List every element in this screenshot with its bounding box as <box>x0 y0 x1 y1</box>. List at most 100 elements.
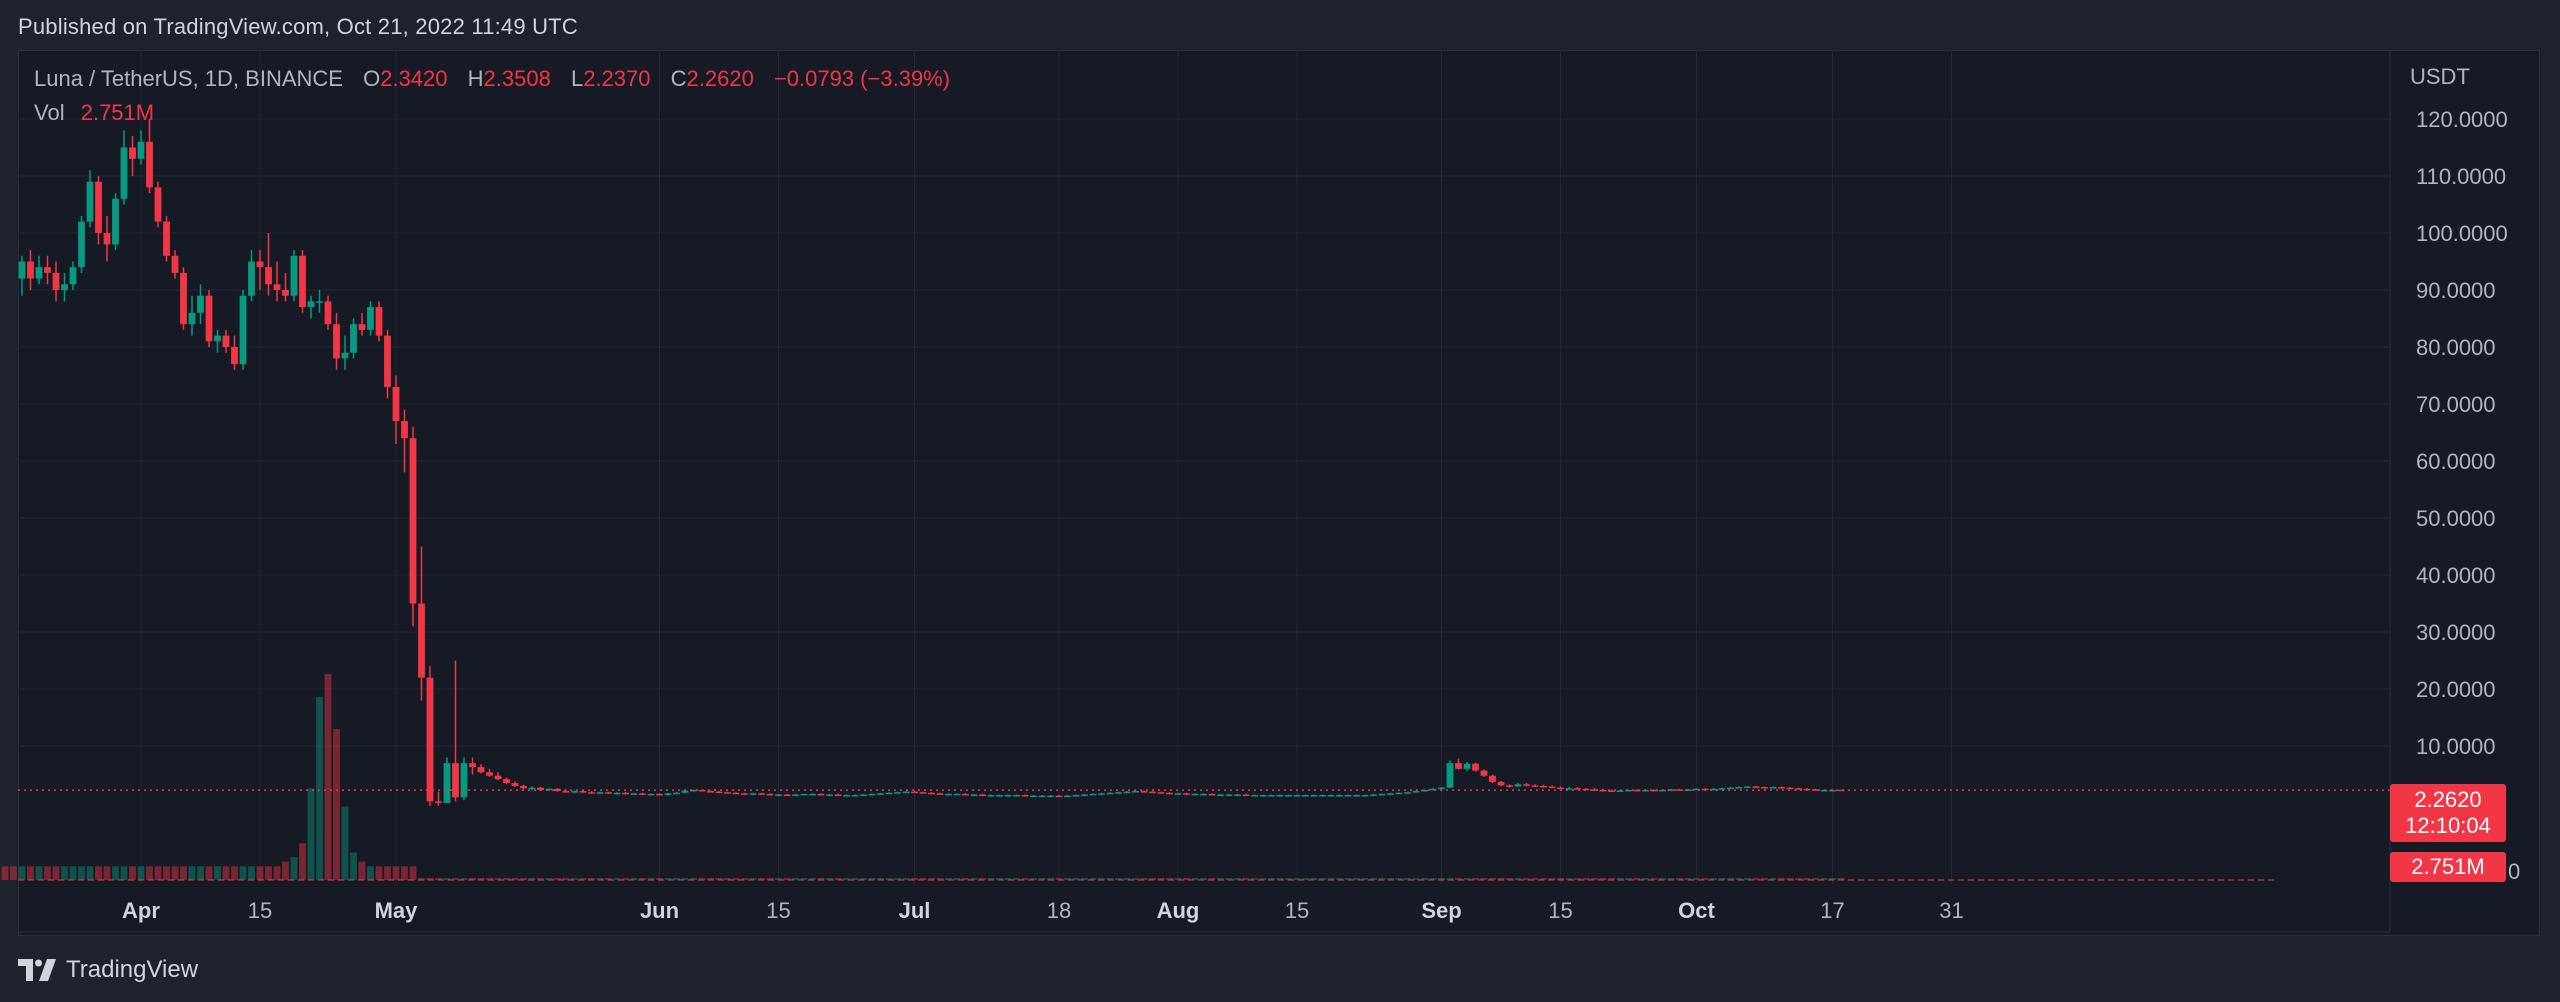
candle-body <box>1378 793 1386 796</box>
volume-bar <box>358 861 366 880</box>
volume-bars <box>1 674 1845 880</box>
candle-body <box>1208 793 1216 796</box>
volume-bar <box>239 866 247 880</box>
candle-body <box>1778 787 1785 789</box>
candle-body <box>1030 795 1037 798</box>
volume-bar <box>188 866 196 880</box>
candle-body <box>1106 792 1114 795</box>
high-value: 2.3508 <box>483 66 551 91</box>
candle-body <box>95 181 102 233</box>
volume-bar <box>78 866 85 880</box>
tradingview-brand[interactable]: TradingView <box>18 953 198 987</box>
candle-body <box>792 794 799 797</box>
candle-body <box>1021 795 1029 797</box>
last-price-value: 2.2620 <box>2414 787 2482 812</box>
y-tick-label: 40.0000 <box>2416 563 2496 588</box>
candle-body <box>1004 795 1012 797</box>
volume-bar <box>222 866 230 880</box>
volume-bar <box>1 866 9 880</box>
candle-body <box>834 794 842 797</box>
x-tick-label: Apr <box>122 898 160 923</box>
candle-body <box>469 763 476 768</box>
candle-body <box>1480 770 1488 776</box>
volume-bar <box>265 866 272 880</box>
candle-body <box>1446 763 1454 788</box>
candle-body <box>146 141 153 188</box>
candle-body <box>307 301 315 308</box>
candle-body <box>919 792 927 794</box>
candle-body <box>1548 786 1556 789</box>
candle-body <box>741 793 748 795</box>
candle-body <box>1523 784 1530 786</box>
candle-body <box>528 787 536 790</box>
volume-bar <box>61 866 68 880</box>
candle-body <box>1174 793 1182 795</box>
volume-bar <box>324 674 332 880</box>
candle-body <box>1047 795 1054 798</box>
volume-bar <box>27 866 34 880</box>
candle-body <box>112 198 119 245</box>
candle-body <box>324 301 332 325</box>
candle-body <box>1200 793 1207 796</box>
y-tick-label: 120.0000 <box>2416 107 2508 132</box>
candle-body <box>1140 791 1148 793</box>
candle-body <box>1276 795 1284 797</box>
candle-body <box>775 794 782 797</box>
candle-body <box>783 794 791 797</box>
candle-body <box>647 793 655 796</box>
ohlc-legend: Luna / TetherUS, 1D, BINANCE O2.3420 H2.… <box>34 66 950 92</box>
y-tick-label: 90.0000 <box>2416 278 2496 303</box>
candle-body <box>273 284 281 290</box>
candlestick-chart[interactable]: 120.0000 110.0000 100.0000 90.0000 80.0000 70… <box>0 0 2560 1002</box>
candles <box>18 118 1845 806</box>
candle-body <box>902 791 910 794</box>
candle-body <box>1319 795 1326 797</box>
candle-body <box>639 793 646 795</box>
candle-body <box>239 295 247 365</box>
candle-body <box>953 793 961 796</box>
candle-body <box>1157 792 1165 794</box>
volume-bar <box>341 806 349 880</box>
candle-body <box>630 793 638 795</box>
candle-body <box>452 763 459 798</box>
candle-body <box>596 792 604 794</box>
volume-bar <box>282 861 289 880</box>
volume-bar <box>409 866 417 880</box>
candle-body <box>1752 786 1760 789</box>
candle-body <box>1361 795 1369 797</box>
close-label: C <box>670 66 687 91</box>
x-tick-label: 15 <box>1548 898 1572 923</box>
candle-body <box>1038 795 1046 798</box>
candle-body <box>885 792 893 795</box>
candle-body <box>1744 786 1751 789</box>
volume-bar <box>256 866 264 880</box>
candle-body <box>1089 793 1097 796</box>
candle-body <box>1455 763 1462 769</box>
y-tick-label: 30.0000 <box>2416 620 2496 645</box>
volume-bar <box>112 866 119 880</box>
candle-body <box>299 255 306 308</box>
x-tick-label: Jul <box>899 898 931 923</box>
candle-body <box>256 261 264 268</box>
candle-body <box>282 289 289 296</box>
candle-body <box>435 801 442 804</box>
candle-body <box>86 181 94 222</box>
candle-body <box>1463 763 1471 769</box>
x-tick-label: May <box>375 898 419 923</box>
x-tick-label: Sep <box>1421 898 1461 923</box>
candle-body <box>163 221 170 256</box>
volume-bar <box>401 866 408 880</box>
candle-body <box>1302 795 1309 797</box>
grid-lines <box>18 50 2390 884</box>
candle-body <box>486 772 493 776</box>
candle-body <box>290 255 298 296</box>
symbol-label[interactable]: Luna / TetherUS, 1D, BINANCE <box>34 66 343 91</box>
candle-body <box>1472 763 1479 771</box>
x-tick-label: Oct <box>1678 898 1715 923</box>
candle-body <box>1115 792 1122 794</box>
candle-body <box>868 793 876 796</box>
candle-body <box>248 261 255 296</box>
candle-body <box>1064 795 1071 798</box>
y-tick-label: 10.0000 <box>2416 734 2496 759</box>
candle-body <box>826 794 833 797</box>
